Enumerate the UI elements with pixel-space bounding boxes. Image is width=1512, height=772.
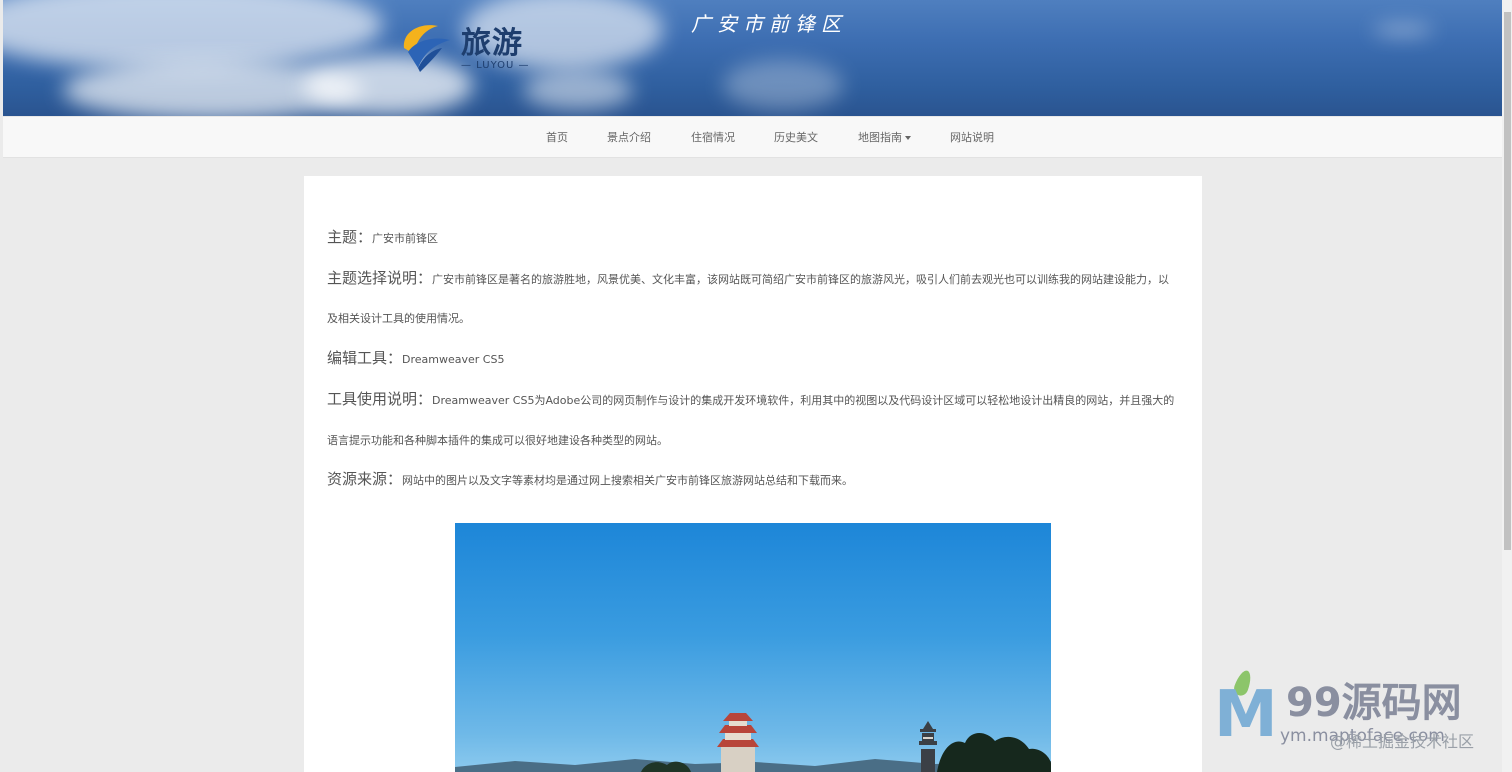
editor-row: 编辑工具：Dreamweaver CS5 [327, 347, 504, 368]
nav-item-scenic-spots[interactable]: 景点介绍 [607, 129, 651, 145]
usage-text: Dreamweaver CS5为Adobe公司的网页制作与设计的集成开发环境软件… [432, 394, 1175, 407]
source-label: 资源来源： [327, 470, 403, 488]
nav-item-lodging[interactable]: 住宿情况 [691, 129, 735, 145]
nav-item-history[interactable]: 历史美文 [774, 129, 818, 145]
m-logo-icon: M [1214, 678, 1278, 752]
nav-item-home[interactable]: 首页 [546, 129, 568, 145]
page-scrollbar[interactable] [1502, 0, 1512, 772]
source-row: 资源来源：网站中的图片以及文字等素材均是通过网上搜索相关广安市前锋区旅游网站总结… [327, 468, 853, 489]
nav-item-map-guide-label: 地图指南 [858, 131, 902, 144]
nav-item-site-info[interactable]: 网站说明 [950, 129, 994, 145]
header-banner: 旅游 — LUYOU — 广安市前锋区 [3, 0, 1502, 116]
watermark: M 99源码网 ym.maptoface.com @稀土掘金技术社区 [1212, 668, 1502, 772]
usage-label: 工具使用说明： [327, 390, 433, 408]
cloud-shape [1373, 25, 1433, 35]
reason-text: 广安市前锋区是著名的旅游胜地，风景优美、文化丰富，该网站既可简绍广安市前锋区的旅… [432, 273, 1170, 286]
main-content: 主题：广安市前锋区 主题选择说明：广安市前锋区是著名的旅游胜地，风景优美、文化丰… [304, 176, 1202, 772]
site-logo[interactable]: 旅游 — LUYOU — [398, 18, 538, 74]
logo-swoosh-icon [403, 25, 450, 72]
nav-dropdown-map-guide[interactable]: 地图指南 [858, 129, 911, 145]
watermark-brand: 99源码网 [1286, 680, 1462, 726]
reason-label: 主题选择说明： [327, 269, 433, 287]
topic-row: 主题：广安市前锋区 [327, 226, 438, 247]
main-nav: 首页 景点介绍 住宿情况 历史美文 地图指南 网站说明 [3, 116, 1502, 158]
chevron-down-icon [905, 136, 911, 140]
site-title: 广安市前锋区 [691, 12, 847, 36]
topic-value: 广安市前锋区 [372, 232, 439, 245]
cloud-shape [723, 60, 843, 110]
cloud-shape [523, 70, 633, 110]
watermark-credit: @稀土掘金技术社区 [1330, 732, 1475, 751]
source-text: 网站中的图片以及文字等素材均是通过网上搜索相关广安市前锋区旅游网站总结和下载而来… [402, 474, 854, 487]
editor-label: 编辑工具： [327, 349, 403, 367]
scenic-photo [455, 523, 1051, 772]
topic-label: 主题： [327, 228, 373, 246]
logo-text: 旅游 [461, 26, 523, 61]
reason-row: 主题选择说明：广安市前锋区是著名的旅游胜地，风景优美、文化丰富，该网站既可简绍广… [327, 267, 1169, 288]
pagoda-landscape-image [455, 713, 1051, 772]
reason-text-continued: 及相关设计工具的使用情况。 [327, 312, 470, 325]
usage-text-continued: 语言提示功能和各种脚本插件的集成可以很好地建设各种类型的网站。 [327, 434, 668, 447]
editor-value: Dreamweaver CS5 [402, 353, 505, 366]
scrollbar-thumb[interactable] [1504, 12, 1511, 550]
logo-subtitle: — LUYOU — [461, 60, 530, 71]
usage-row: 工具使用说明：Dreamweaver CS5为Adobe公司的网页制作与设计的集… [327, 388, 1174, 409]
